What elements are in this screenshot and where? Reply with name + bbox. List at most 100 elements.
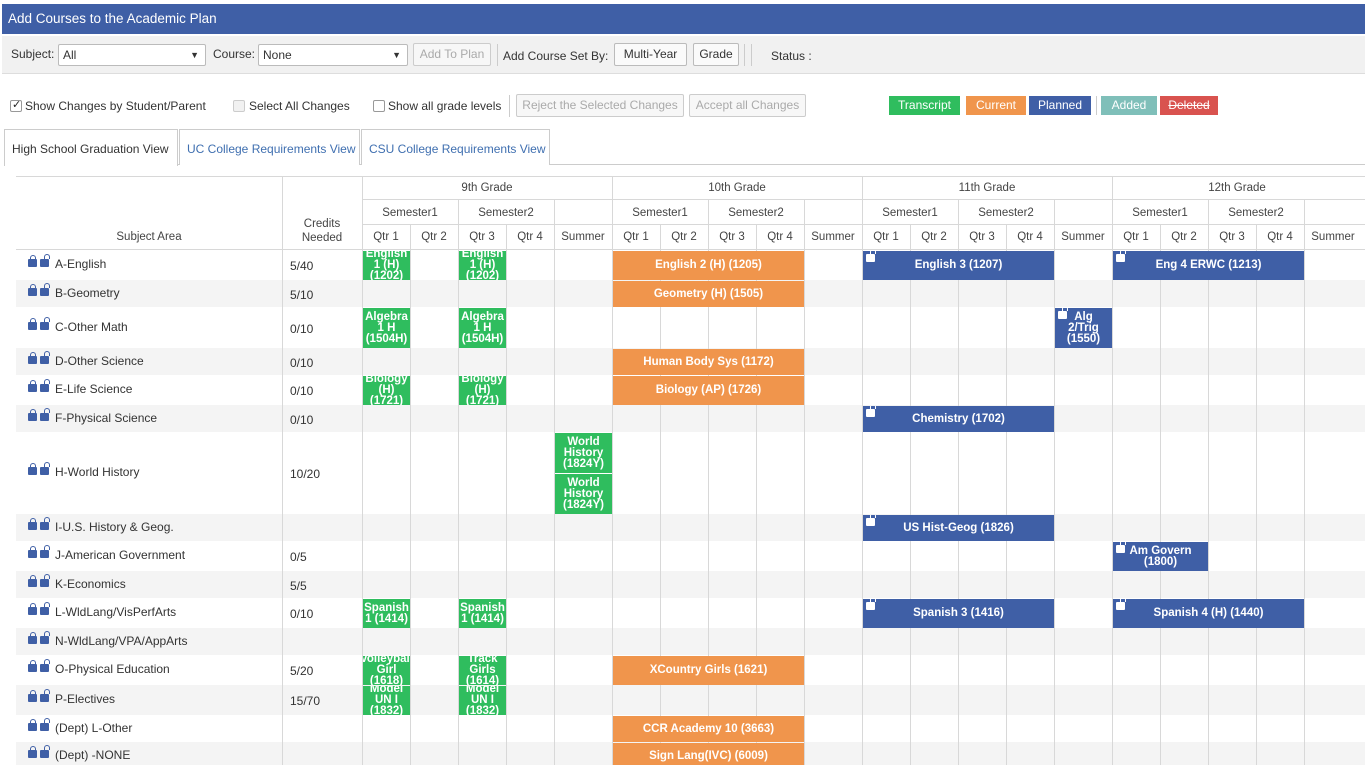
show-all-grades-checkbox[interactable] xyxy=(373,100,385,112)
course-block[interactable]: English 1 (H) (1202) xyxy=(363,251,410,280)
course-block[interactable]: Spanish 1 (1414) xyxy=(363,599,410,628)
subject-name: B-Geometry xyxy=(55,285,120,300)
grid-line xyxy=(1160,224,1161,765)
semester-header: Semester1 xyxy=(382,207,438,219)
window-title: Add Courses to the Academic Plan xyxy=(2,4,1365,34)
multi-year-button[interactable]: Multi-Year xyxy=(614,43,687,66)
course-block[interactable]: Spanish 3 (1416) xyxy=(863,599,1054,628)
lock-icon[interactable] xyxy=(28,463,37,475)
lock-icon[interactable] xyxy=(28,745,37,758)
unlock-icon[interactable] xyxy=(1116,542,1126,553)
lock-icon[interactable] xyxy=(28,574,37,587)
lock-controls xyxy=(28,407,55,425)
unlock-icon[interactable] xyxy=(40,717,50,731)
unlock-icon[interactable] xyxy=(40,630,50,644)
course-block[interactable]: Geometry (H) (1505) xyxy=(613,281,804,307)
quarter-header: Qtr 1 xyxy=(623,231,649,243)
lock-icon[interactable] xyxy=(28,690,37,702)
course-block[interactable]: Volleyball Girl (1618) xyxy=(363,656,410,685)
course-block[interactable]: Human Body Sys (1172) xyxy=(613,349,804,375)
legend-deleted: Deleted xyxy=(1160,96,1218,115)
course-block[interactable]: Eng 4 ERWC (1213) xyxy=(1113,251,1304,280)
lock-icon[interactable] xyxy=(28,631,37,644)
lock-icon[interactable] xyxy=(28,380,37,392)
course-block[interactable]: World History (1824Y) xyxy=(555,474,612,514)
course-block[interactable]: Algebra 1 H (1504H) xyxy=(459,308,506,348)
credits-value: 0/10 xyxy=(290,412,314,427)
unlock-icon[interactable] xyxy=(40,407,50,421)
unlock-icon[interactable] xyxy=(40,573,50,587)
unlock-icon[interactable] xyxy=(866,515,876,526)
course-label: Biology (AP) (1726) xyxy=(655,384,762,396)
course-block[interactable]: Am Govern (1800) xyxy=(1113,542,1208,571)
unlock-icon[interactable] xyxy=(40,254,50,267)
unlock-icon[interactable] xyxy=(40,689,50,702)
grade-button[interactable]: Grade xyxy=(693,43,739,66)
course-block[interactable]: World History (1824Y) xyxy=(555,433,612,473)
lock-icon[interactable] xyxy=(28,317,37,330)
course-block[interactable]: XCountry Girls (1621) xyxy=(613,656,804,685)
tab-uc-college-requirements[interactable]: UC College Requirements View xyxy=(179,129,360,165)
subject-area-cell: F-Physical Science xyxy=(28,407,157,425)
course-block[interactable]: Track Girls (1614) xyxy=(459,656,506,685)
unlock-icon[interactable] xyxy=(40,316,50,330)
subject-area-cell: E-Life Science xyxy=(28,379,133,396)
grid-line xyxy=(1304,199,1305,765)
unlock-icon[interactable] xyxy=(866,251,876,262)
subject-select[interactable]: All ▼ xyxy=(58,44,206,66)
accept-all-changes-button[interactable]: Accept all Changes xyxy=(689,94,806,117)
unlock-icon[interactable] xyxy=(866,599,876,610)
unlock-icon[interactable] xyxy=(1058,308,1068,319)
unlock-icon[interactable] xyxy=(866,406,876,417)
course-block[interactable]: Biology (AP) (1726) xyxy=(613,376,804,405)
lock-icon[interactable] xyxy=(28,603,37,615)
course-block[interactable]: Sign Lang(IVC) (6009) xyxy=(613,743,804,765)
lock-icon[interactable] xyxy=(28,408,37,421)
course-block[interactable]: Biology (H) (1721) xyxy=(459,376,506,405)
course-block[interactable]: Spanish 4 (H) (1440) xyxy=(1113,599,1304,628)
lock-icon[interactable] xyxy=(28,351,37,364)
unlock-icon[interactable] xyxy=(40,545,50,558)
unlock-icon[interactable] xyxy=(1116,251,1126,262)
course-block[interactable]: CCR Academy 10 (3663) xyxy=(613,716,804,742)
lock-icon[interactable] xyxy=(28,255,37,267)
unlock-icon[interactable] xyxy=(40,744,50,758)
lock-icon[interactable] xyxy=(28,718,37,731)
lock-icon[interactable] xyxy=(28,283,37,296)
select-all-changes-checkbox[interactable] xyxy=(233,100,245,112)
lock-icon[interactable] xyxy=(28,517,37,530)
course-select[interactable]: None ▼ xyxy=(258,44,408,66)
grade-header: 9th Grade xyxy=(461,182,513,194)
add-to-plan-button[interactable]: Add To Plan xyxy=(413,43,491,66)
course-block[interactable]: US Hist-Geog (1826) xyxy=(863,515,1054,541)
reject-selected-changes-button[interactable]: Reject the Selected Changes xyxy=(516,94,684,117)
course-block[interactable]: English 1 (H) (1202) xyxy=(459,251,506,280)
course-block[interactable]: Alg 2/Trig (1550) xyxy=(1055,308,1112,348)
course-block[interactable]: English 2 (H) (1205) xyxy=(613,251,804,280)
course-block[interactable]: English 3 (1207) xyxy=(863,251,1054,280)
divider xyxy=(497,44,498,66)
course-block[interactable]: Model UN I (1832) xyxy=(459,686,506,715)
unlock-icon[interactable] xyxy=(40,379,50,392)
unlock-icon[interactable] xyxy=(1116,599,1126,610)
unlock-icon[interactable] xyxy=(40,659,50,672)
course-block[interactable]: Algebra 1 H (1504H) xyxy=(363,308,410,348)
course-block[interactable]: Spanish 1 (1414) xyxy=(459,599,506,628)
show-changes-checkbox[interactable] xyxy=(10,98,22,112)
course-label: English 1 (H) (1202) xyxy=(461,251,504,280)
unlock-icon[interactable] xyxy=(40,602,50,615)
course-block[interactable]: Chemistry (1702) xyxy=(863,406,1054,432)
lock-icon[interactable] xyxy=(28,546,37,558)
unlock-icon[interactable] xyxy=(40,516,50,530)
course-block[interactable]: Biology (H) (1721) xyxy=(363,376,410,405)
course-block[interactable]: Model UN I (1832) xyxy=(363,686,410,715)
tab-csu-college-requirements[interactable]: CSU College Requirements View xyxy=(361,129,550,165)
unlock-icon[interactable] xyxy=(40,462,50,475)
unlock-icon[interactable] xyxy=(40,350,50,364)
tab-high-school-graduation[interactable]: High School Graduation View xyxy=(4,129,178,166)
lock-icon[interactable] xyxy=(28,660,37,672)
legend-planned: Planned xyxy=(1029,96,1091,115)
subject-name: E-Life Science xyxy=(55,382,133,396)
divider xyxy=(744,44,745,66)
unlock-icon[interactable] xyxy=(40,282,50,296)
